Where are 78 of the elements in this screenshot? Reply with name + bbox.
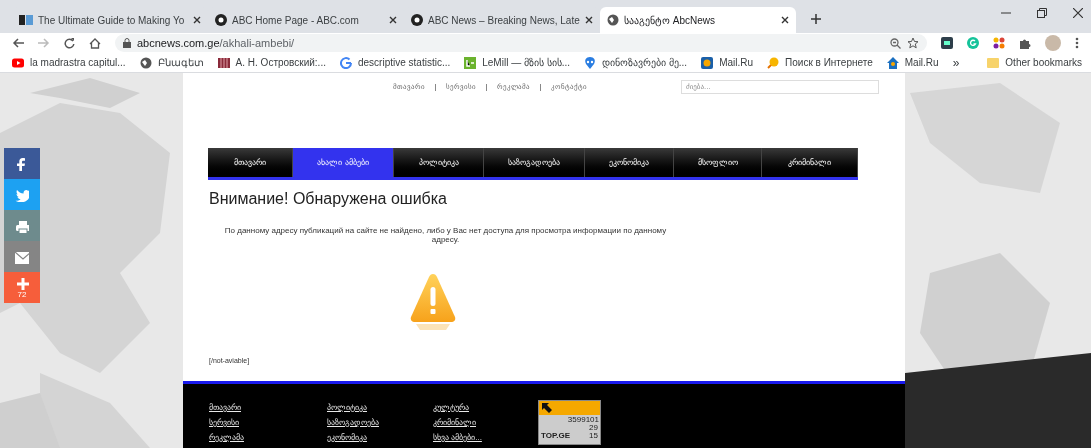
lock-icon <box>123 38 131 48</box>
close-icon[interactable] <box>389 16 397 24</box>
footer-link[interactable]: სერვისი <box>209 417 327 429</box>
bookmark[interactable]: descriptive statistic... <box>339 55 451 70</box>
plus-icon <box>15 276 29 290</box>
apps-icon[interactable] <box>993 37 1005 49</box>
close-icon[interactable] <box>781 16 789 24</box>
counter-online: 15 <box>589 432 598 440</box>
folder-icon <box>987 57 1000 68</box>
nav-tab[interactable]: საზოგადოება <box>484 148 585 177</box>
new-tab-icon[interactable] <box>810 13 822 25</box>
footer-link[interactable]: საზოგადოება <box>327 417 433 429</box>
footer-link[interactable]: ეკონომიკა <box>327 432 433 444</box>
nav-tab[interactable]: მსოფლიო <box>674 148 762 177</box>
share-button[interactable] <box>4 179 40 210</box>
share-button[interactable] <box>4 148 40 179</box>
nav-tab[interactable]: ეკონომიკა <box>585 148 674 177</box>
footer-link[interactable]: კულტურა <box>433 402 538 414</box>
extension-icon[interactable] <box>941 37 953 49</box>
bookmark[interactable]: Mail.Ru <box>701 55 754 70</box>
video-icon <box>12 56 24 69</box>
home-icon[interactable] <box>89 37 101 49</box>
nav-tab[interactable]: ახალი ამბები <box>293 148 394 177</box>
envelope-icon <box>15 249 29 264</box>
bookmark[interactable]: la madrastra capitul... <box>12 55 126 70</box>
footer-link[interactable]: პოლიტიკა <box>327 402 433 414</box>
close-icon[interactable] <box>193 16 201 24</box>
share-button[interactable] <box>4 210 40 241</box>
browser-tab[interactable]: სააგენტო AbcNews <box>600 7 796 33</box>
mail-icon <box>701 56 714 69</box>
counter-widget[interactable]: 3599101 TOP.GE 29 15 <box>538 400 601 445</box>
abc-logo-icon <box>215 14 227 26</box>
footer-link[interactable]: სხვა ამბები... <box>433 432 538 444</box>
overflow-chevron[interactable]: » <box>952 53 960 72</box>
share-button[interactable] <box>4 241 40 272</box>
nav-tab[interactable]: პოლიტიკა <box>394 148 484 177</box>
bookmark[interactable]: Поиск в Интернете <box>767 55 873 70</box>
magnifier-icon <box>767 56 780 69</box>
close-icon[interactable] <box>1073 8 1083 18</box>
abc-logo-icon <box>411 14 423 26</box>
lemill-icon <box>464 56 477 69</box>
footer-link[interactable]: მთავარი <box>209 402 327 414</box>
restore-icon[interactable] <box>1037 8 1047 18</box>
globe-icon <box>139 56 152 69</box>
books-icon <box>217 56 230 69</box>
printer-icon <box>15 218 29 233</box>
footer-link[interactable]: კრიმინალი <box>433 417 538 429</box>
warning-icon <box>410 272 456 332</box>
error-message: По данному адресу публикаций на сайте не найдено, либо у Вас нет доступа для просмотра информации по данному адресу. <box>223 226 668 244</box>
house-icon <box>886 56 899 69</box>
bookmark[interactable]: დინოზავრები მე... <box>584 55 688 70</box>
back-icon[interactable] <box>12 38 24 48</box>
bookmark[interactable]: LeMill — მზის სის... <box>464 55 571 70</box>
share-count: 72 <box>17 291 27 299</box>
globe-icon <box>607 14 619 26</box>
nav-tab[interactable]: კრიმინალი <box>762 148 858 177</box>
other-bookmarks[interactable]: Other bookmarks <box>987 55 1083 70</box>
url-text: abcnews.com.ge/akhali-ambebi/ <box>137 35 296 51</box>
bookmark[interactable]: А. Н. Островский:... <box>217 55 326 70</box>
counter-total: 3599101 <box>566 415 600 424</box>
arrow-icon <box>541 402 553 414</box>
alien-icon <box>584 56 597 69</box>
address-bar[interactable]: abcnews.com.ge/akhali-ambebi/ <box>115 34 927 52</box>
reload-icon[interactable] <box>64 37 75 49</box>
puzzle-icon[interactable] <box>1019 37 1031 49</box>
star-icon[interactable] <box>907 37 919 49</box>
bookmark[interactable]: Բնագետ <box>139 55 204 70</box>
counter-today: 29 <box>589 424 598 432</box>
google-icon <box>339 56 352 69</box>
bookmark[interactable]: Mail.Ru <box>886 55 939 70</box>
sb-logo-icon <box>19 15 33 25</box>
close-icon[interactable] <box>585 16 593 24</box>
zoom-out-icon[interactable] <box>890 37 901 49</box>
footer-link[interactable]: რეკლამა <box>209 432 327 444</box>
error-heading: Внимание! Обнаружена ошибка <box>209 189 448 209</box>
menu-icon[interactable] <box>1075 37 1079 49</box>
bird-icon <box>15 187 29 202</box>
counter-brand: TOP.GE <box>541 432 571 440</box>
